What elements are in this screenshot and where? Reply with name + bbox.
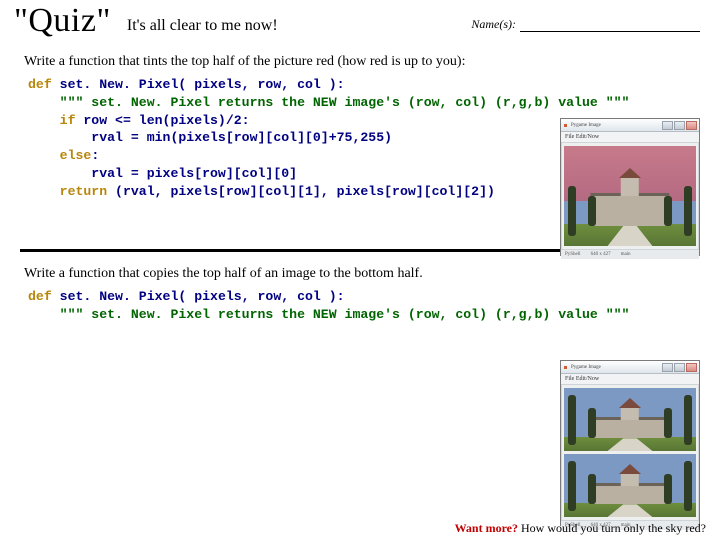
fn-name: set. New. Pixel( pixels, row, col ): bbox=[52, 77, 345, 92]
minimize-button[interactable] bbox=[662, 121, 673, 130]
names-label: Name(s): bbox=[471, 17, 516, 32]
image-window-tinted: Pygame Image File Edit/Now PyShell 640 x… bbox=[560, 118, 700, 256]
code-line: row <= len(pixels)/2: bbox=[75, 113, 249, 128]
status-left: PyShell bbox=[565, 250, 581, 259]
maximize-button[interactable] bbox=[674, 121, 685, 130]
app-icon bbox=[564, 366, 567, 369]
minimize-button[interactable] bbox=[662, 363, 673, 372]
app-icon bbox=[564, 124, 567, 127]
kw-def: def bbox=[28, 289, 52, 304]
window-statusbar: PyShell 640 x 427 main bbox=[561, 249, 699, 259]
quiz-title: "Quiz" bbox=[14, 2, 111, 40]
image-canvas-top bbox=[564, 388, 696, 451]
subtitle: It's all clear to me now! bbox=[127, 17, 278, 35]
image-canvas-bottom bbox=[564, 454, 696, 517]
kw-return: return bbox=[28, 184, 107, 199]
question1-prompt: Write a function that tints the top half… bbox=[24, 54, 706, 70]
want-more-lead: Want more? bbox=[455, 521, 518, 535]
want-more-rest: How would you turn only the sky red? bbox=[518, 521, 706, 535]
kw-def: def bbox=[28, 77, 52, 92]
status-right: main bbox=[621, 250, 631, 259]
names-line[interactable] bbox=[520, 17, 700, 32]
image-window-copied: Pygame Image File Edit/Now bbox=[560, 360, 700, 526]
kw-if: if bbox=[28, 113, 75, 128]
maximize-button[interactable] bbox=[674, 363, 685, 372]
code-line: (rval, pixels[row][col][1], pixels[row][… bbox=[107, 184, 495, 199]
close-button[interactable] bbox=[686, 363, 697, 372]
code-line: : bbox=[91, 148, 99, 163]
docstring: """ set. New. Pixel returns the NEW imag… bbox=[28, 307, 629, 322]
window-menubar[interactable]: File Edit/Now bbox=[561, 132, 699, 143]
status-mid: 640 x 427 bbox=[591, 250, 611, 259]
kw-else: else bbox=[28, 148, 91, 163]
code-line: rval = min(pixels[row][col][0]+75,255) bbox=[28, 130, 392, 145]
docstring: """ set. New. Pixel returns the NEW imag… bbox=[28, 95, 629, 110]
question2-prompt: Write a function that copies the top hal… bbox=[24, 266, 706, 282]
header: "Quiz" It's all clear to me now! Name(s)… bbox=[14, 2, 706, 40]
names-field: Name(s): bbox=[471, 17, 706, 32]
fn-name: set. New. Pixel( pixels, row, col ): bbox=[52, 289, 345, 304]
window-title: Pygame Image bbox=[571, 365, 601, 370]
want-more: Want more? How would you turn only the s… bbox=[455, 521, 706, 536]
question2-code: def set. New. Pixel( pixels, row, col ):… bbox=[28, 288, 706, 324]
code-line: rval = pixels[row][col][0] bbox=[28, 166, 297, 181]
window-menubar[interactable]: File Edit/Now bbox=[561, 374, 699, 385]
close-button[interactable] bbox=[686, 121, 697, 130]
window-title: Pygame Image bbox=[571, 123, 601, 128]
image-canvas bbox=[564, 146, 696, 246]
window-titlebar: Pygame Image bbox=[561, 119, 699, 132]
window-titlebar: Pygame Image bbox=[561, 361, 699, 374]
